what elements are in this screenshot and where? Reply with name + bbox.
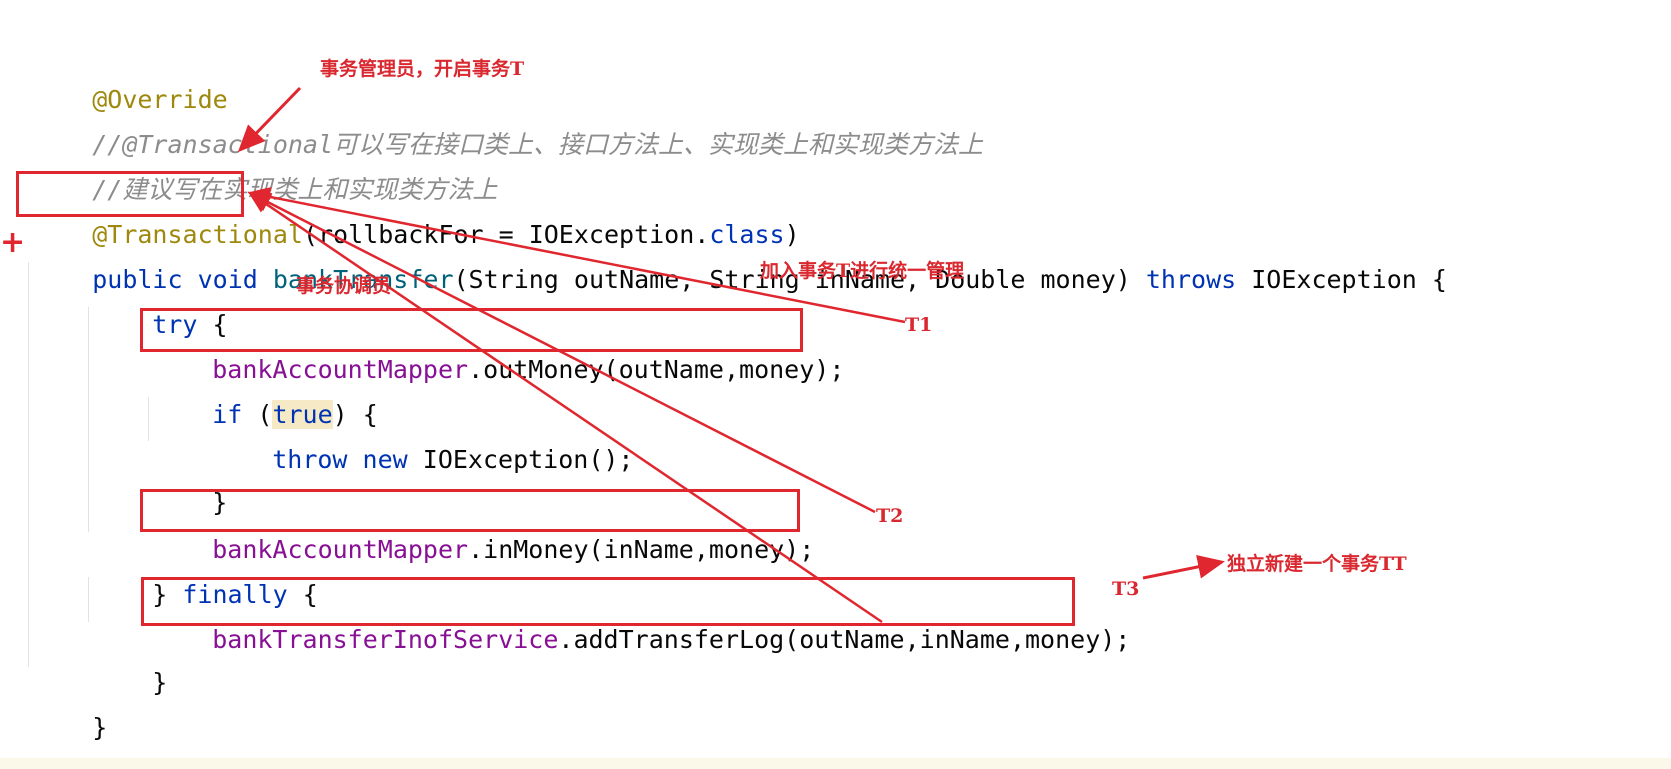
- note-independent-transaction: 独立新建一个事务TT: [1227, 553, 1407, 575]
- note-t1: T1: [905, 314, 933, 336]
- note-transaction-coordinator: 事务协调员: [296, 275, 392, 297]
- code-editor[interactable]: @Override //@Transactional可以写在接口类上、接口方法上…: [0, 0, 1671, 769]
- arrow-independent: [1142, 555, 1225, 580]
- annotation-arrows: [237, 86, 1225, 624]
- note-transaction-manager: 事务管理员，开启事务T: [320, 58, 525, 80]
- arrow-manager: [237, 86, 302, 153]
- arrow-t2: [247, 191, 876, 514]
- note-join-transaction: 加入事务T进行统一管理: [760, 260, 965, 282]
- editor-bottom-strip: [0, 758, 1671, 769]
- plus-mark: +: [0, 225, 26, 260]
- note-t3: T3: [1112, 578, 1140, 600]
- note-t2: T2: [876, 505, 904, 527]
